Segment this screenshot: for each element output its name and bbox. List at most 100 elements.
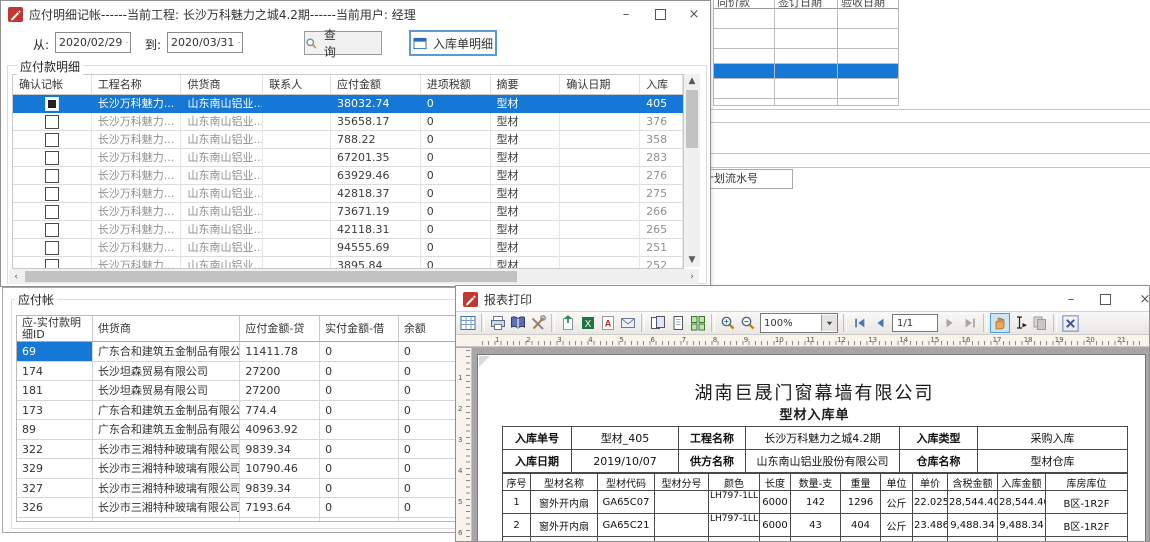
mail-icon[interactable] bbox=[618, 313, 638, 333]
plan-serial-field[interactable]: 计划流水号 bbox=[707, 169, 793, 189]
first-page-icon[interactable] bbox=[850, 313, 870, 333]
last-page-icon[interactable] bbox=[960, 313, 980, 333]
single-page-layout-icon[interactable] bbox=[668, 313, 688, 333]
payable-row[interactable]: 长沙万科魅力...山东南山铝业...35658.170型材376 bbox=[13, 113, 683, 131]
zoom-out-icon[interactable] bbox=[738, 313, 758, 333]
payable-row[interactable]: 长沙万科魅力...山东南山铝业...3895.840型材252 bbox=[13, 257, 683, 269]
text-select-icon[interactable] bbox=[1010, 313, 1030, 333]
two-page-layout-icon[interactable] bbox=[648, 313, 668, 333]
grid-cell: 型材 bbox=[491, 131, 561, 149]
col-header[interactable]: 工程名称 bbox=[92, 75, 182, 95]
col-header[interactable]: 进项税额 bbox=[421, 75, 491, 95]
from-date-combo[interactable]: 2020/02/29 bbox=[55, 32, 131, 53]
confirm-checkbox[interactable] bbox=[45, 133, 59, 147]
account-row[interactable]: 181长沙坦森贸易有限公司2720000 bbox=[17, 381, 456, 401]
confirm-checkbox[interactable] bbox=[45, 241, 59, 255]
col-header[interactable]: 入库 bbox=[640, 75, 683, 95]
print-icon[interactable] bbox=[488, 313, 508, 333]
confirm-checkbox[interactable] bbox=[45, 223, 59, 237]
horizontal-scrollbar[interactable]: ‹ › bbox=[9, 269, 699, 284]
account-row[interactable]: 89广东合和建筑五金制品有限公司40963.9200 bbox=[17, 420, 456, 440]
col-header[interactable]: 应付金额 bbox=[331, 75, 421, 95]
payable-row[interactable]: 长沙万科魅力...山东南山铝业...73671.190型材266 bbox=[13, 203, 683, 221]
minimize-button[interactable]: – bbox=[1055, 286, 1087, 312]
col-header[interactable]: 实付金额-借 bbox=[320, 316, 399, 342]
payable-row[interactable]: 长沙万科魅力...山东南山铝业...42118.310型材265 bbox=[13, 221, 683, 239]
payable-row[interactable]: 长沙万科魅力...山东南山铝业...67201.350型材283 bbox=[13, 149, 683, 167]
confirm-checkbox[interactable] bbox=[45, 115, 59, 129]
col-header[interactable]: 摘要 bbox=[491, 75, 561, 95]
col-header[interactable]: 确认记帐 bbox=[13, 75, 92, 95]
account-row[interactable]: 322长沙市三湘特种玻璃有限公司9839.3400 bbox=[17, 440, 456, 460]
confirm-checkbox[interactable] bbox=[45, 97, 59, 111]
col-header[interactable]: 供货商 bbox=[93, 316, 240, 342]
pdf-export-icon[interactable]: A bbox=[598, 313, 618, 333]
background-grid-row[interactable] bbox=[714, 29, 899, 49]
page-number-input[interactable]: 1/1 bbox=[892, 314, 938, 332]
tools-icon[interactable] bbox=[528, 313, 548, 333]
scroll-up-icon[interactable]: ▲ bbox=[684, 74, 700, 88]
account-row[interactable]: 长沙市三湘特种玻璃有限公司 bbox=[17, 518, 456, 523]
report-cell: 入库类型 bbox=[900, 427, 978, 450]
account-row[interactable]: 327长沙市三湘特种玻璃有限公司9839.3400 bbox=[17, 479, 456, 499]
payable-row[interactable]: 长沙万科魅力...山东南山铝业...38032.740型材405 bbox=[13, 95, 683, 113]
col-header[interactable]: 联系人 bbox=[263, 75, 331, 95]
chevron-down-icon[interactable] bbox=[821, 315, 837, 331]
payable-row[interactable]: 长沙万科魅力...山东南山铝业...63929.460型材276 bbox=[13, 167, 683, 185]
col-header[interactable]: 余额 bbox=[399, 316, 456, 342]
payable-row[interactable]: 长沙万科魅力...山东南山铝业...94555.690型材251 bbox=[13, 239, 683, 257]
confirm-checkbox[interactable] bbox=[45, 259, 59, 270]
confirm-checkbox[interactable] bbox=[45, 187, 59, 201]
col-header[interactable]: 同价款 bbox=[714, 0, 775, 9]
account-row[interactable]: 326长沙市三湘特种玻璃有限公司7193.6400 bbox=[17, 498, 456, 518]
maximize-button[interactable] bbox=[644, 1, 676, 27]
close-preview-icon[interactable] bbox=[1060, 313, 1080, 333]
scrollbar-thumb[interactable] bbox=[686, 90, 698, 148]
account-row[interactable]: 174长沙坦森贸易有限公司2720000 bbox=[17, 362, 456, 382]
scrollbar-thumb[interactable] bbox=[25, 271, 517, 282]
background-grid-row[interactable] bbox=[714, 99, 899, 106]
col-header[interactable]: 应付金额-贷 bbox=[240, 316, 320, 342]
background-grid-row[interactable] bbox=[714, 64, 899, 79]
excel-export-icon[interactable]: X bbox=[578, 313, 598, 333]
col-header[interactable]: 供货商 bbox=[181, 75, 263, 95]
col-header[interactable]: 确认日期 bbox=[560, 75, 640, 95]
grid-cell: 广东合和建筑五金制品有限公司 bbox=[93, 420, 240, 440]
zoom-in-icon[interactable] bbox=[718, 313, 738, 333]
copy-icon[interactable] bbox=[1030, 313, 1050, 333]
col-header[interactable]: 验收日期 bbox=[838, 0, 899, 9]
payable-row[interactable]: 长沙万科魅力...山东南山铝业...788.220型材358 bbox=[13, 131, 683, 149]
zoom-level-combo[interactable]: 100% bbox=[760, 313, 838, 333]
maximize-button[interactable] bbox=[1089, 286, 1121, 312]
account-row[interactable]: 69广东合和建筑五金制品有限公司11411.7800 bbox=[17, 342, 456, 362]
confirm-checkbox[interactable] bbox=[45, 169, 59, 183]
close-button[interactable]: × bbox=[678, 1, 710, 27]
confirm-checkbox[interactable] bbox=[45, 151, 59, 165]
background-grid-row[interactable] bbox=[714, 9, 899, 29]
export-icon[interactable] bbox=[558, 313, 578, 333]
scroll-down-icon[interactable]: ▼ bbox=[684, 253, 700, 267]
col-header: 型材代码 bbox=[598, 474, 655, 491]
confirm-checkbox[interactable] bbox=[45, 205, 59, 219]
multi-page-layout-icon[interactable] bbox=[688, 313, 708, 333]
account-row[interactable]: 329长沙市三湘特种玻璃有限公司10790.4600 bbox=[17, 459, 456, 479]
minimize-button[interactable]: – bbox=[610, 1, 642, 27]
book-icon[interactable] bbox=[508, 313, 528, 333]
scroll-left-icon[interactable]: ‹ bbox=[9, 269, 23, 284]
background-grid-row[interactable] bbox=[714, 49, 899, 64]
datasheet-icon[interactable] bbox=[458, 313, 478, 333]
scroll-right-icon[interactable]: › bbox=[685, 269, 699, 284]
prev-page-icon[interactable] bbox=[870, 313, 890, 333]
vertical-scrollbar[interactable]: ▲ ▼ bbox=[684, 74, 700, 267]
to-date-combo[interactable]: 2020/03/31 bbox=[167, 32, 243, 53]
query-button[interactable]: 查 询 bbox=[304, 31, 382, 55]
payable-row[interactable]: 长沙万科魅力...山东南山铝业...42818.370型材275 bbox=[13, 185, 683, 203]
next-page-icon[interactable] bbox=[940, 313, 960, 333]
inbound-detail-button[interactable]: 入库单明细 bbox=[409, 30, 497, 56]
col-header[interactable]: 签订日期 bbox=[775, 0, 838, 9]
col-header[interactable]: 应-实付款明细ID bbox=[17, 316, 93, 342]
account-row[interactable]: 173广东合和建筑五金制品有限公司774.400 bbox=[17, 401, 456, 421]
hand-pan-icon[interactable] bbox=[990, 313, 1010, 333]
background-grid-row[interactable] bbox=[714, 79, 899, 99]
close-button[interactable]: × bbox=[1129, 286, 1150, 312]
